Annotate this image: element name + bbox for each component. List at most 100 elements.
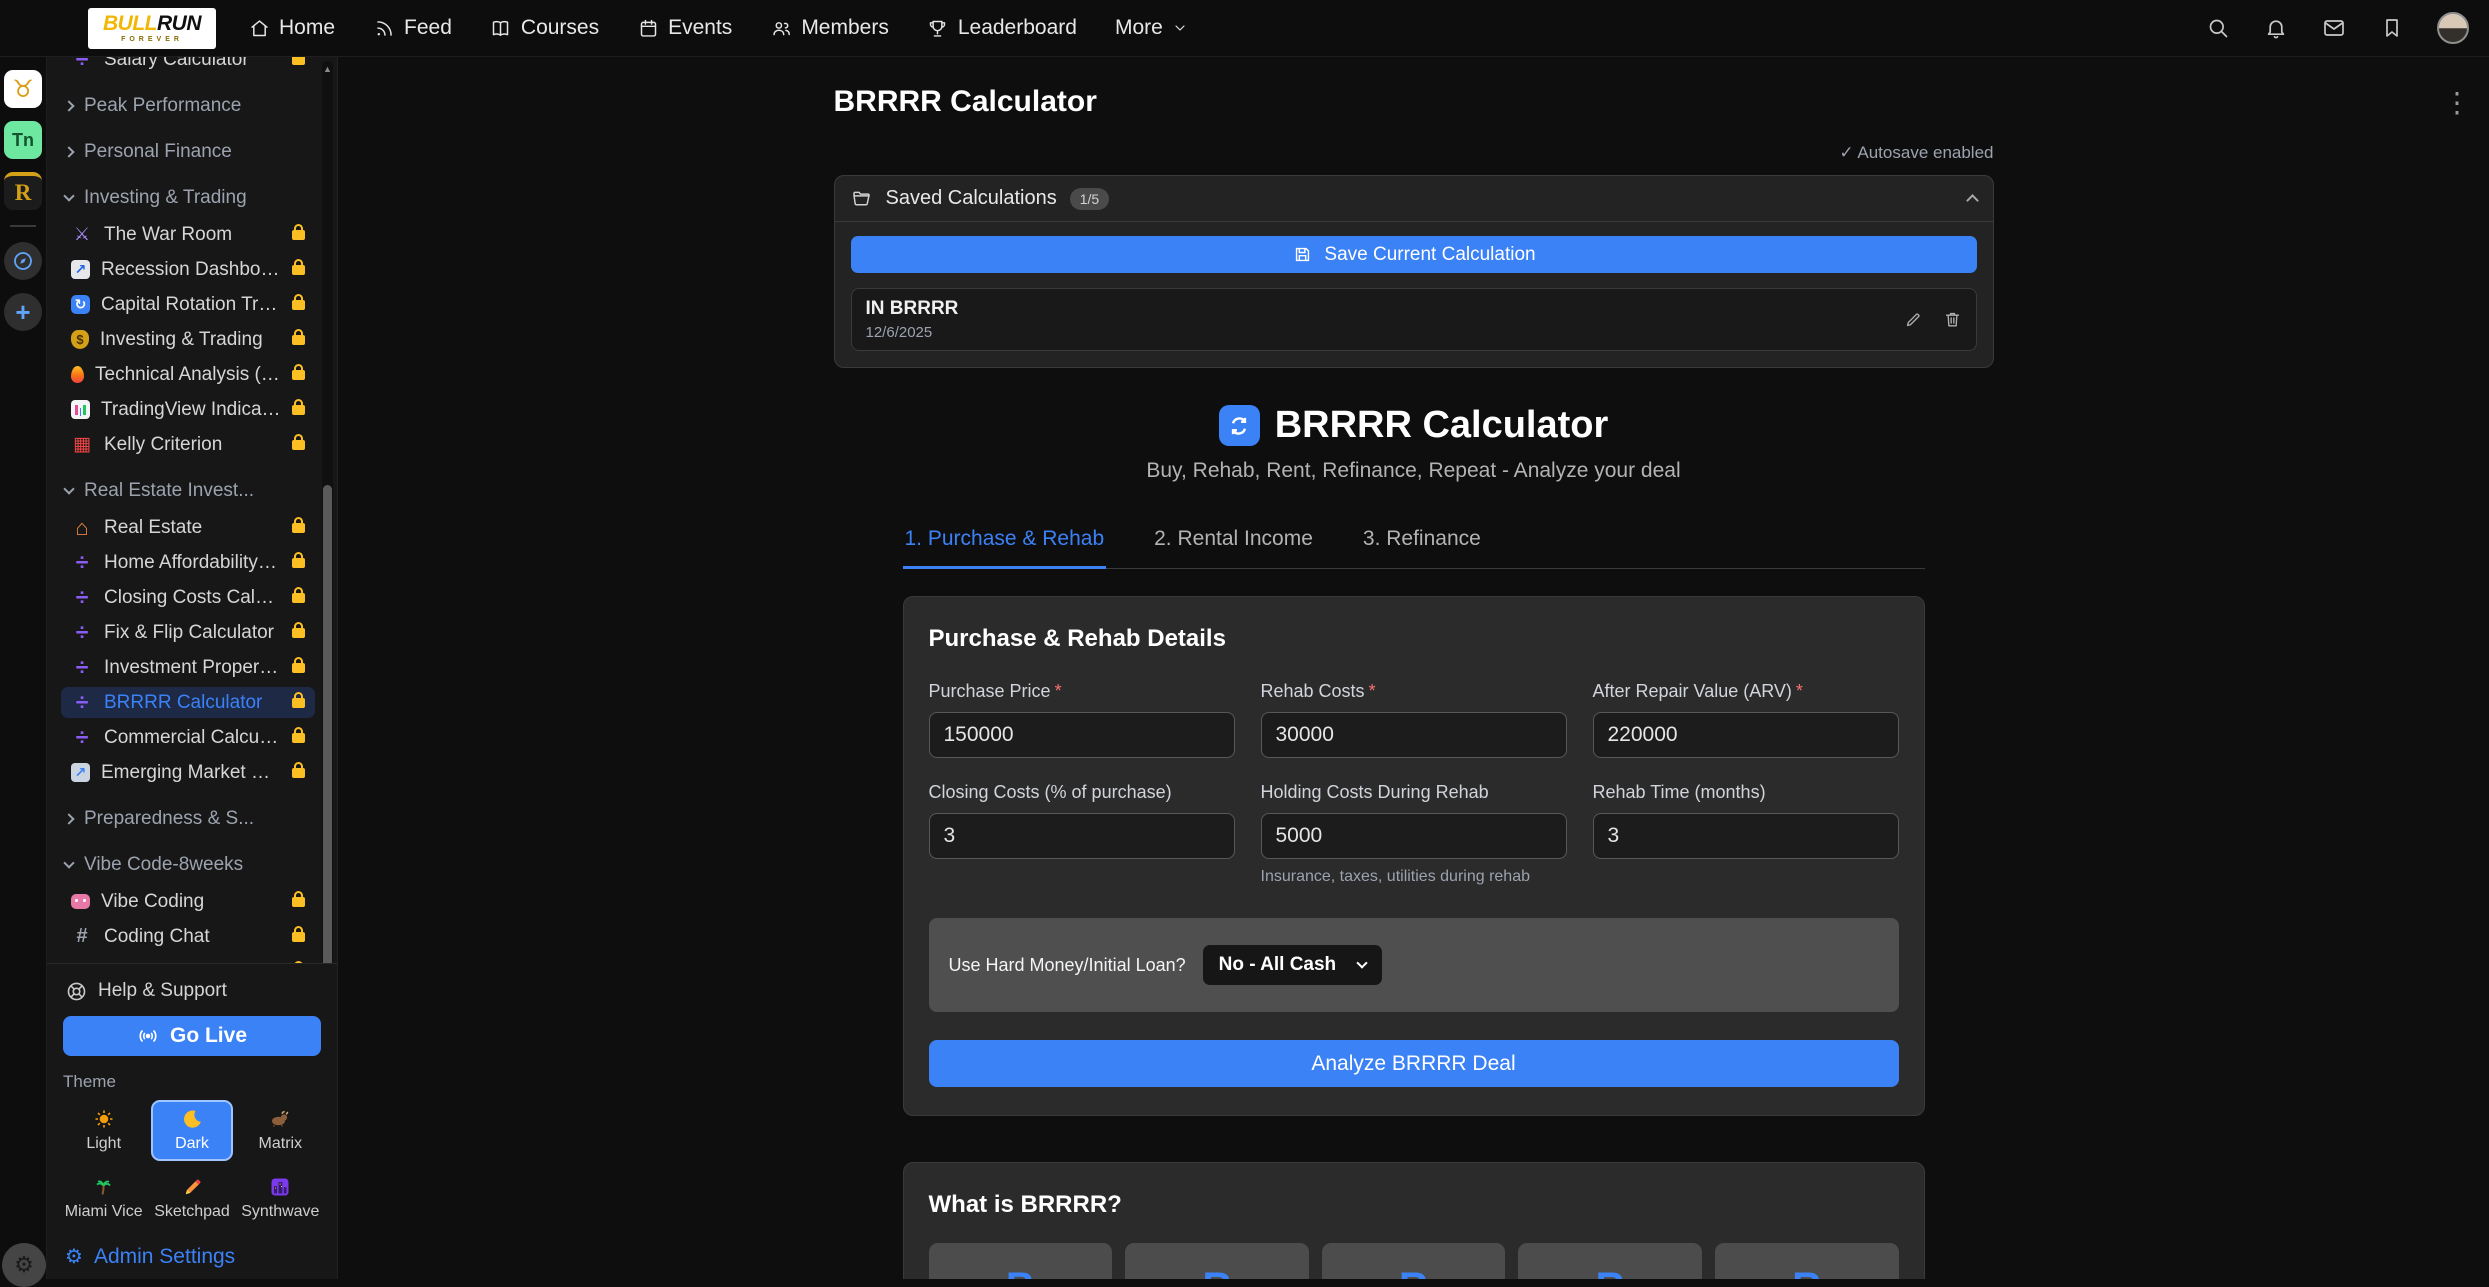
nav-item-more[interactable]: More bbox=[1115, 16, 1188, 40]
sidebar-item-emerging-market-oppor[interactable]: ↗Emerging Market Oppor... bbox=[61, 757, 315, 788]
tn-workspace-icon[interactable]: Tn bbox=[4, 121, 42, 159]
delete-trash-icon[interactable] bbox=[1943, 310, 1962, 329]
sidebar-item-code-threads[interactable]: Code Threads bbox=[61, 956, 315, 963]
sidebar-item-real-estate[interactable]: ⌂Real Estate bbox=[61, 512, 315, 543]
lock-icon bbox=[292, 698, 305, 708]
analyze-brrrr-deal-button[interactable]: Analyze BRRRR Deal bbox=[929, 1040, 1899, 1087]
nav-item-home[interactable]: Home bbox=[248, 16, 335, 40]
sidebar-item-recession-dashboard-v2[interactable]: ↗Recession Dashboard V2 bbox=[61, 254, 315, 285]
saved-calculations-header[interactable]: Saved Calculations 1/5 bbox=[835, 176, 1993, 222]
sidebar-item-brrrr-calculator[interactable]: ÷BRRRR Calculator bbox=[61, 687, 315, 718]
sidebar-item-salary-calculator[interactable]: ÷Salary Calculator bbox=[61, 57, 315, 75]
admin-settings-label: Admin Settings bbox=[94, 1245, 235, 1269]
holding-costs-during-rehab-input[interactable] bbox=[1261, 813, 1567, 859]
theme-option-synthwave[interactable]: Synthwave bbox=[240, 1168, 321, 1229]
brrrr-card-letter: R bbox=[1332, 1267, 1496, 1279]
scrollbar-thumb[interactable] bbox=[323, 485, 332, 963]
saved-calculations-title: Saved Calculations bbox=[886, 187, 1057, 210]
chevron-up-icon[interactable] bbox=[1966, 194, 1979, 207]
sidebar-item-fix-flip-calculator[interactable]: ÷Fix & Flip Calculator bbox=[61, 617, 315, 648]
nav-item-feed[interactable]: Feed bbox=[373, 16, 452, 40]
sidebar-section-vibe-code-8weeks[interactable]: Vibe Code-8weeks bbox=[61, 850, 315, 880]
sidebar-section-peak-performance[interactable]: Peak Performance bbox=[61, 91, 315, 121]
sidebar-item-the-war-room[interactable]: ⚔The War Room bbox=[61, 219, 315, 250]
sidebar-item-closing-costs-calculator[interactable]: ÷Closing Costs Calculator bbox=[61, 582, 315, 613]
app-root: BULLRUN FOREVER Home Feed Courses Events Mem… bbox=[0, 0, 2489, 1279]
nav-item-members[interactable]: Members bbox=[770, 16, 889, 40]
help-support-button[interactable]: Help & Support bbox=[63, 976, 321, 1006]
chevron-right-icon bbox=[63, 146, 74, 157]
sidebar-section-investing-trading[interactable]: Investing & Trading bbox=[61, 183, 315, 213]
sidebar-scrollbar[interactable]: ▲ ▼ bbox=[322, 61, 333, 963]
field-closing-costs-of-purchase: Closing Costs (% of purchase) bbox=[929, 782, 1235, 886]
abacus-icon: ▦ bbox=[71, 434, 93, 456]
add-workspace-icon[interactable]: + bbox=[4, 293, 42, 331]
after-repair-value-arv-input[interactable] bbox=[1593, 712, 1899, 758]
theme-option-dark[interactable]: Dark bbox=[151, 1100, 232, 1161]
theme-option-matrix[interactable]: Matrix bbox=[240, 1100, 321, 1161]
r-workspace-icon[interactable]: R bbox=[4, 172, 42, 210]
theme-option-label: Dark bbox=[175, 1135, 209, 1153]
bullrun-logo[interactable]: BULLRUN FOREVER bbox=[88, 8, 216, 49]
theme-option-sketchpad[interactable]: Sketchpad bbox=[151, 1168, 232, 1229]
lock-icon bbox=[292, 628, 305, 638]
nav-item-label: Events bbox=[668, 16, 732, 40]
calculator-subtitle: Buy, Rehab, Rent, Refinance, Repeat - An… bbox=[834, 459, 1994, 483]
city-icon bbox=[269, 1176, 291, 1198]
sidebar-section-label: Vibe Code-8weeks bbox=[84, 854, 243, 876]
sidebar-item-investment-property-an[interactable]: ÷Investment Property An... bbox=[61, 652, 315, 683]
sidebar-item-commercial-calculator[interactable]: ÷Commercial Calculator bbox=[61, 722, 315, 753]
go-live-button[interactable]: Go Live bbox=[63, 1016, 321, 1056]
sidebar-item-vibe-coding[interactable]: Vibe Coding bbox=[61, 886, 315, 917]
sidebar-item-technical-analysis-ta[interactable]: Technical Analysis (TA) bbox=[61, 359, 315, 390]
what-is-brrrr-card: What is BRRRR? BBuyPurchase undervalued … bbox=[903, 1162, 1925, 1279]
hard-money-select[interactable]: No - All Cash bbox=[1203, 945, 1383, 985]
theme-option-miami-vice[interactable]: Miami Vice bbox=[63, 1168, 144, 1229]
nav-item-courses[interactable]: Courses bbox=[490, 16, 599, 40]
sidebar-item-coding-chat[interactable]: #Coding Chat bbox=[61, 921, 315, 952]
sidebar-item-home-affordability-calc[interactable]: ÷Home Affordability Calc... bbox=[61, 547, 315, 578]
lock-icon bbox=[292, 57, 305, 65]
bullrun-app-icon[interactable]: ♉ bbox=[4, 70, 42, 108]
edit-pencil-icon[interactable] bbox=[1904, 310, 1923, 329]
rehab-time-months-input[interactable] bbox=[1593, 813, 1899, 859]
user-avatar[interactable] bbox=[2437, 12, 2469, 44]
sidebar-section-personal-finance[interactable]: Personal Finance bbox=[61, 137, 315, 167]
sidebar-item-label: Salary Calculator bbox=[104, 57, 249, 71]
tab-2-rental-income[interactable]: 2. Rental Income bbox=[1152, 519, 1315, 568]
nav-item-leaderboard[interactable]: Leaderboard bbox=[927, 16, 1077, 40]
sidebar-item-label: Investing & Trading bbox=[100, 329, 263, 351]
sidebar-item-capital-rotation-tracker[interactable]: ↻Capital Rotation Tracker bbox=[61, 289, 315, 320]
bookmark-icon[interactable] bbox=[2379, 17, 2405, 39]
rehab-costs-input[interactable] bbox=[1261, 712, 1567, 758]
admin-settings-link[interactable]: ⚙ Admin Settings bbox=[63, 1241, 321, 1273]
closing-costs-of-purchase-input[interactable] bbox=[929, 813, 1235, 859]
purchase-price-input[interactable] bbox=[929, 712, 1235, 758]
search-icon[interactable] bbox=[2205, 17, 2231, 39]
lock-icon bbox=[292, 230, 305, 240]
page-kebab-menu-icon[interactable]: ⋮ bbox=[2443, 95, 2471, 112]
save-current-calculation-button[interactable]: Save Current Calculation bbox=[851, 236, 1977, 273]
lock-icon bbox=[292, 440, 305, 450]
theme-option-light[interactable]: Light bbox=[63, 1100, 144, 1161]
sun-icon bbox=[93, 1108, 115, 1130]
discover-compass-icon[interactable] bbox=[4, 242, 42, 280]
sidebar-section-real-estate-invest[interactable]: Real Estate Invest... bbox=[61, 476, 315, 506]
sidebar-item-investing-trading[interactable]: $Investing & Trading bbox=[61, 324, 315, 355]
brrrr-card-letter: B bbox=[939, 1267, 1103, 1279]
theme-option-label: Miami Vice bbox=[65, 1203, 143, 1221]
rail-settings-gear-icon[interactable]: ⚙ bbox=[2, 1243, 46, 1287]
sidebar-item-kelly-criterion[interactable]: ▦Kelly Criterion bbox=[61, 429, 315, 460]
scrollbar-up-arrow[interactable]: ▲ bbox=[322, 64, 333, 74]
tab-3-refinance[interactable]: 3. Refinance bbox=[1361, 519, 1483, 568]
mail-icon[interactable] bbox=[2321, 17, 2347, 39]
bell-icon[interactable] bbox=[2263, 17, 2289, 39]
saved-calculation-row[interactable]: IN BRRRR12/6/2025 bbox=[851, 288, 1977, 351]
tab-1-purchase-rehab[interactable]: 1. Purchase & Rehab bbox=[903, 519, 1107, 569]
hard-money-panel: Use Hard Money/Initial Loan? No - All Ca… bbox=[929, 918, 1899, 1012]
field-purchase-price: Purchase Price* bbox=[929, 681, 1235, 758]
sidebar-section-preparedness-s[interactable]: Preparedness & S... bbox=[61, 804, 315, 834]
chevron-right-icon bbox=[63, 813, 74, 824]
sidebar-item-tradingview-indicators[interactable]: TradingView Indicators bbox=[61, 394, 315, 425]
nav-item-events[interactable]: Events bbox=[637, 16, 732, 40]
